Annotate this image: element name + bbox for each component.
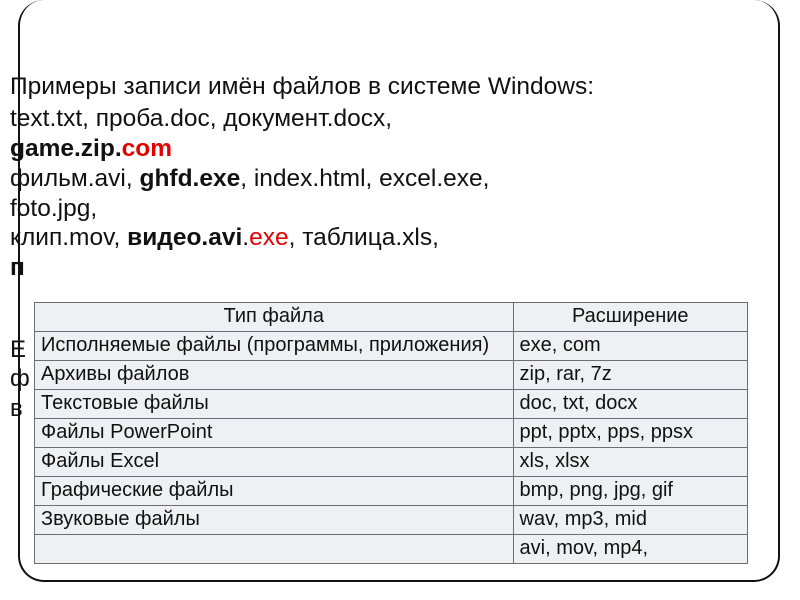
example-line-4: foto.jpg,	[10, 194, 750, 224]
table-row: Файлы PowerPoint ppt, pptx, pps, ppsx	[35, 419, 748, 448]
table-row: Файлы Excel xls, xlsx	[35, 448, 748, 477]
cell-type: Звуковые файлы	[35, 506, 514, 535]
table-header-row: Тип файла Расширение	[35, 303, 748, 332]
intro-text: Примеры записи имён файлов в системе Win…	[10, 72, 750, 102]
text: text.txt, проба.doc, документ.docх,	[10, 105, 392, 132]
cell-type: Исполняемые файлы (программы, приложения…	[35, 332, 514, 361]
red-text: exe	[249, 224, 289, 251]
text: , index.html, excel.exe,	[240, 165, 489, 192]
cell-type: Архивы файлов	[35, 361, 514, 390]
cell-ext: doc, txt, docx	[513, 390, 747, 419]
cell-type: Текстовые файлы	[35, 390, 514, 419]
cell-type	[35, 535, 514, 564]
table-row: Звуковые файлы wav, mp3, mid	[35, 506, 748, 535]
cell-ext: zip, rar, 7z	[513, 361, 747, 390]
extensions-table: Тип файла Расширение Исполняемые файлы (…	[34, 302, 748, 564]
example-line-5: клип.mov, видео.avi.exe, таблица.xls,	[10, 223, 750, 253]
bold-text: п	[10, 254, 25, 281]
example-line-6: п	[10, 253, 750, 283]
text: foto.jpg,	[10, 195, 97, 222]
table-row: avi, mov, mp4,	[35, 535, 748, 564]
table-row: Исполняемые файлы (программы, приложения…	[35, 332, 748, 361]
red-bold-text: com	[122, 135, 172, 162]
example-line-1: text.txt, проба.doc, документ.docх,	[10, 104, 750, 134]
cell-type: Файлы Excel	[35, 448, 514, 477]
table-row: Текстовые файлы doc, txt, docx	[35, 390, 748, 419]
text: клип.mov,	[10, 224, 127, 251]
header-type: Тип файла	[35, 303, 514, 332]
bold-text: видео.avi	[127, 224, 242, 251]
example-line-2: game.zip.com	[10, 134, 750, 164]
bold-text: ghfd.exe	[140, 165, 241, 192]
content-block: Примеры записи имён файлов в системе Win…	[10, 72, 750, 283]
table-row: Архивы файлов zip, rar, 7z	[35, 361, 748, 390]
table-row: Графические файлы bmp, png, jpg, gif	[35, 477, 748, 506]
header-ext: Расширение	[513, 303, 747, 332]
cell-ext: bmp, png, jpg, gif	[513, 477, 747, 506]
cell-ext: avi, mov, mp4,	[513, 535, 747, 564]
cell-ext: xls, xlsx	[513, 448, 747, 477]
cell-ext: ppt, pptx, pps, ppsx	[513, 419, 747, 448]
cell-type: Графические файлы	[35, 477, 514, 506]
cell-ext: wav, mp3, mid	[513, 506, 747, 535]
cell-type: Файлы PowerPoint	[35, 419, 514, 448]
example-line-3: фильм.avi, ghfd.exe, index.html, excel.e…	[10, 164, 750, 194]
text: , таблица.xls,	[289, 224, 439, 251]
bold-text: game.zip.	[10, 135, 122, 162]
cell-ext: exe, com	[513, 332, 747, 361]
text: фильм.avi,	[10, 165, 140, 192]
